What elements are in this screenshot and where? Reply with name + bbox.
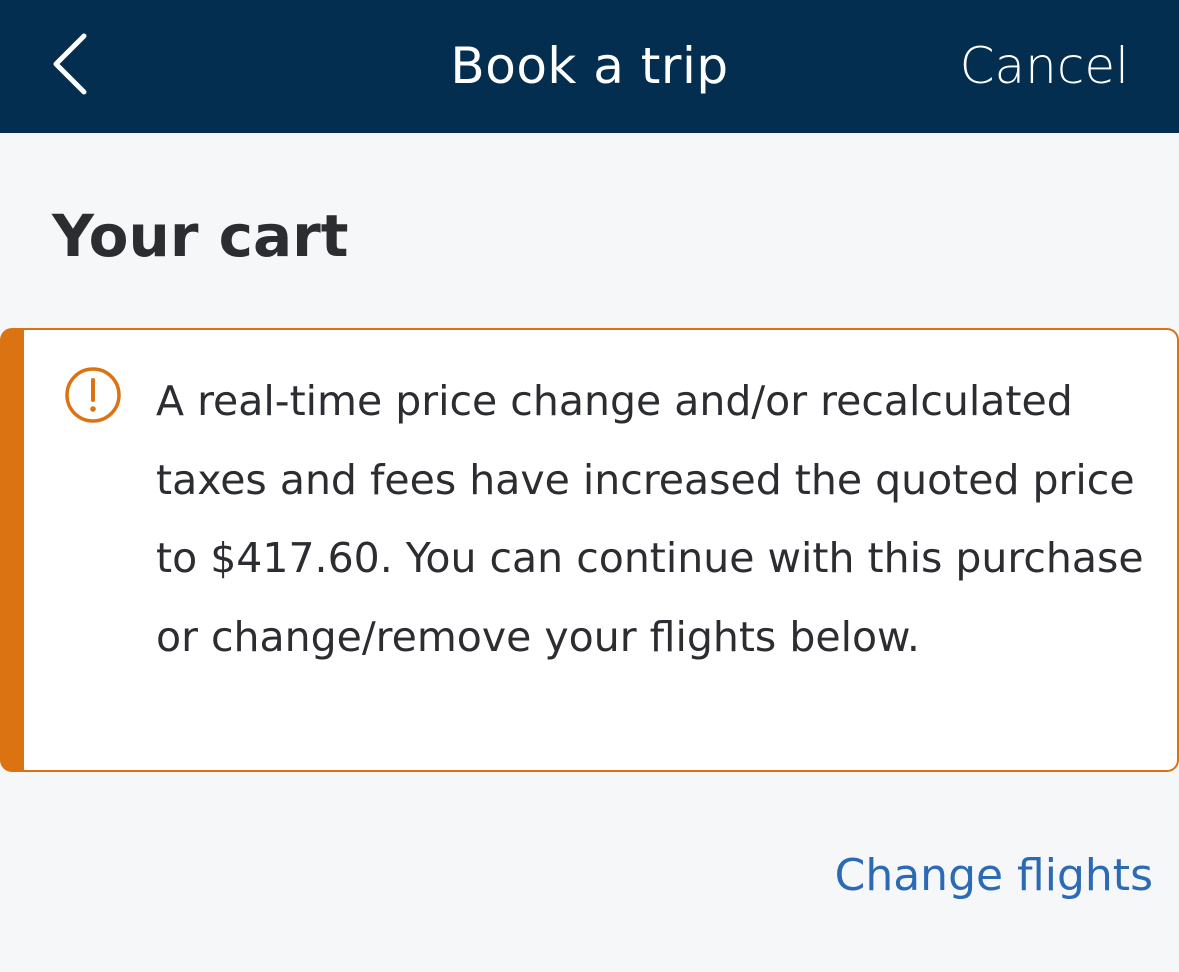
change-flights-link[interactable]: Change flights bbox=[835, 846, 1153, 906]
price-change-alert: A real-time price change and/or recalcul… bbox=[0, 328, 1179, 772]
warning-circle-icon bbox=[64, 366, 122, 424]
page-title: Your cart bbox=[52, 202, 349, 270]
cancel-button[interactable]: Cancel bbox=[960, 34, 1129, 98]
app-header: Book a trip Cancel bbox=[0, 0, 1179, 133]
alert-message: A real-time price change and/or recalcul… bbox=[156, 377, 1144, 661]
